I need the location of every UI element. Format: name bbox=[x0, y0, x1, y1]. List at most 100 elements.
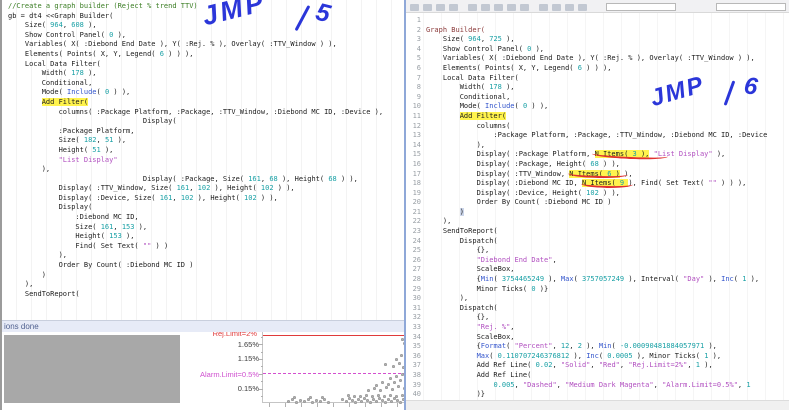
code-line: 18 Display( :Diebond MC ID, N Items( 9 )… bbox=[406, 179, 789, 189]
editor-toolbar[interactable] bbox=[406, 0, 789, 13]
code-token: "Rej. %" bbox=[476, 323, 511, 331]
code-token: ) ), bbox=[109, 88, 131, 97]
scatter-point bbox=[399, 379, 402, 382]
line-number: 39 bbox=[412, 380, 421, 389]
code-line: Size( 182, 51 ), bbox=[8, 136, 404, 146]
toolbar-icon[interactable] bbox=[410, 4, 419, 11]
toolbar-icon[interactable] bbox=[565, 4, 574, 11]
line-number: 26 bbox=[412, 255, 421, 264]
toolbar-icon[interactable] bbox=[468, 4, 477, 11]
code-token: ), bbox=[8, 165, 51, 174]
code-token: ), Height( bbox=[193, 193, 245, 202]
y-axis-major-tick bbox=[259, 374, 263, 375]
code-token: , bbox=[172, 193, 181, 202]
scatter-point bbox=[381, 381, 384, 384]
code-token: , bbox=[687, 361, 696, 370]
code-line: 10 Mode( Include( 0 ) ), bbox=[406, 102, 789, 112]
line-number: 16 bbox=[412, 159, 421, 168]
code-token: ( bbox=[611, 342, 620, 351]
code-token: Display( :Device, Height( bbox=[426, 188, 587, 197]
scatter-point bbox=[389, 394, 392, 397]
code-line: ), bbox=[8, 251, 404, 261]
code-token: Min bbox=[598, 342, 612, 351]
toolbar-icon[interactable] bbox=[423, 4, 432, 11]
code-token: 0.02 bbox=[535, 361, 553, 370]
code-line: SendToReport( bbox=[8, 290, 404, 300]
code-token: "Alarm.Limit=0.5%" bbox=[662, 380, 738, 389]
code-token: Local Data Filter( bbox=[8, 59, 101, 68]
toolbar-icon[interactable] bbox=[507, 4, 516, 11]
code-token: ), bbox=[712, 150, 726, 159]
code-token: "Diebond End Date" bbox=[476, 255, 553, 264]
code-token: Find( Set Text( bbox=[8, 241, 143, 250]
code-token: N Items( bbox=[581, 179, 620, 188]
code-token: ) ), bbox=[273, 184, 295, 193]
x-axis-tick bbox=[397, 403, 398, 407]
code-token: N Items( bbox=[569, 169, 608, 178]
toolbar-dropdown[interactable] bbox=[716, 3, 786, 11]
scatter-point bbox=[397, 385, 400, 388]
code-token: ) ) ), bbox=[716, 179, 747, 188]
scatter-point bbox=[391, 388, 394, 391]
y-axis-minor-tick bbox=[260, 337, 263, 338]
code-line: ), bbox=[8, 280, 404, 290]
toolbar-icon[interactable] bbox=[494, 4, 503, 11]
code-token: ), bbox=[700, 361, 713, 370]
right-code-editor[interactable]: 1 2 Graph Builder(3 Size( 964, 725 ), 4 Sho… bbox=[406, 13, 789, 400]
code-line: gb = dt4 <<Graph Builder( bbox=[8, 12, 404, 22]
code-line: 30 ), bbox=[406, 294, 789, 304]
code-line: 13 :Package Platform, :Package, :TTV_Win… bbox=[406, 131, 789, 141]
code-line: "List Display" bbox=[8, 156, 404, 166]
line-number: 22 bbox=[412, 217, 421, 226]
left-code-editor[interactable]: //Create a graph builder (Reject % trend… bbox=[2, 0, 404, 320]
code-token: , bbox=[189, 184, 198, 193]
code-token: ( bbox=[489, 351, 498, 360]
code-token: Max bbox=[560, 275, 574, 284]
scatter-point bbox=[384, 401, 387, 404]
toolbar-icon[interactable] bbox=[520, 4, 529, 11]
line-number: 19 bbox=[412, 188, 421, 197]
scatter-point bbox=[393, 381, 396, 384]
code-line: Mode( Include( 0 ) ), bbox=[8, 88, 404, 98]
code-token: Dispatch( bbox=[426, 236, 498, 245]
code-token: ) bbox=[611, 169, 620, 178]
toolbar-icon[interactable] bbox=[578, 4, 587, 11]
code-line: 20 Order By Count( :Diebond MC ID ) bbox=[406, 198, 789, 208]
code-token: ScaleBox, bbox=[426, 332, 515, 341]
code-token: Order By Count( :Diebond MC ID ) bbox=[8, 261, 194, 270]
scatter-point bbox=[395, 375, 398, 378]
toolbar-icon[interactable] bbox=[552, 4, 561, 11]
toolbar-dropdown[interactable] bbox=[606, 3, 676, 11]
code-token: ), Minor Ticks( bbox=[632, 351, 705, 360]
toolbar-icon[interactable] bbox=[539, 4, 548, 11]
ref-line-label-alarm: Alarm.Limit=0.5% bbox=[200, 369, 259, 379]
code-token: Width( bbox=[8, 69, 72, 78]
toolbar-icon[interactable] bbox=[449, 4, 458, 11]
code-token: "Medium Dark Magenta" bbox=[565, 380, 654, 389]
code-token: 161 bbox=[248, 174, 261, 183]
code-token: ), bbox=[746, 275, 760, 284]
line-number: 30 bbox=[412, 294, 421, 303]
code-line: 33 "Rej. %", bbox=[406, 323, 789, 333]
code-token: ) ), bbox=[527, 102, 549, 111]
code-line: 3 Size( 964, 725 ), bbox=[406, 35, 789, 45]
y-axis-minor-tick bbox=[260, 396, 263, 397]
code-token: ScaleBox, bbox=[426, 265, 515, 274]
toolbar-icon[interactable] bbox=[436, 4, 445, 11]
code-token: "List Display" bbox=[58, 155, 118, 164]
code-token: ), Height( bbox=[277, 174, 329, 183]
code-token: 178 bbox=[489, 83, 502, 92]
scatter-point bbox=[321, 396, 324, 399]
line-number: 33 bbox=[412, 323, 421, 331]
scatter-plot-area bbox=[259, 332, 404, 407]
code-line: 22 ), bbox=[406, 217, 789, 227]
toolbar-icon[interactable] bbox=[481, 4, 490, 11]
horizontal-scrollbar-strip[interactable] bbox=[406, 400, 789, 410]
code-token: ) ), bbox=[336, 174, 358, 183]
x-axis-tick bbox=[285, 403, 286, 407]
scatter-point bbox=[365, 394, 368, 397]
scatter-point bbox=[371, 395, 374, 398]
code-token: ) bbox=[8, 270, 46, 279]
